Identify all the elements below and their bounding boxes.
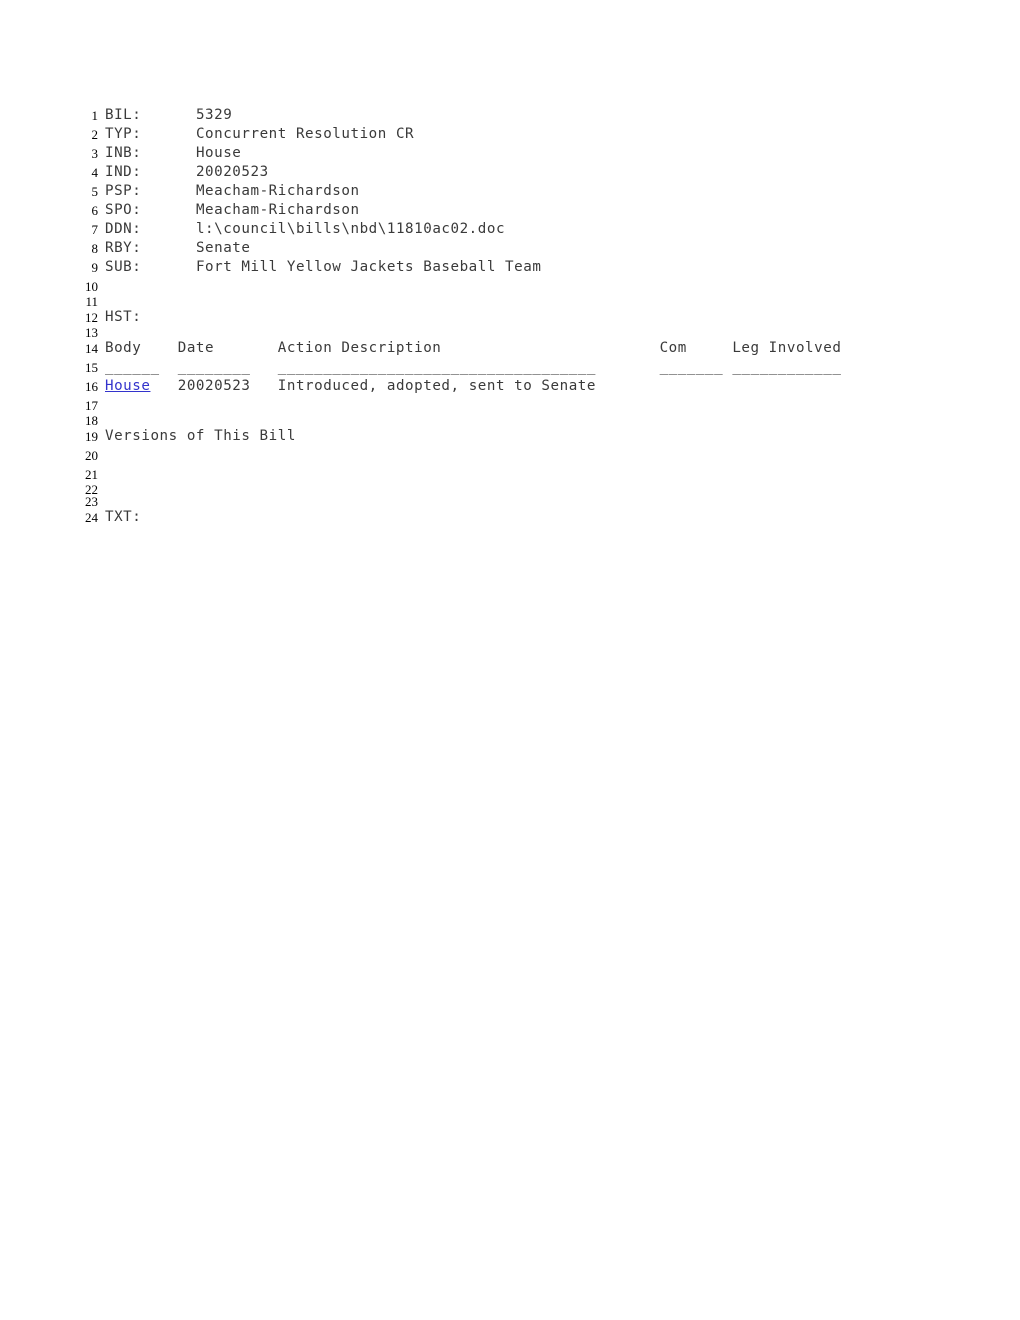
history-table-rule-row: 15 ______ ________ _____________________… <box>78 358 938 377</box>
body-link-house[interactable]: House <box>105 378 150 394</box>
line-number: 16 <box>85 379 98 394</box>
text-line: 8 RBY: Senate <box>78 239 938 258</box>
line-number: 3 <box>91 146 99 161</box>
line-number: 24 <box>85 510 98 525</box>
text-line-blank: 22 <box>78 483 938 496</box>
line-number: 7 <box>91 222 99 237</box>
field-spo-value: Meacham-Richardson <box>195 202 360 218</box>
text-line-blank: 17 <box>78 396 938 415</box>
text-line: 6 SPO: Meacham-Richardson <box>78 201 938 220</box>
history-row-content: House 20020523 Introduced, adopted, sent… <box>105 377 596 396</box>
text-line-blank: 13 <box>78 325 938 340</box>
field-inb: INB: House <box>105 144 241 163</box>
text-line-blank: 10 <box>78 277 938 296</box>
line-number: 8 <box>91 241 99 256</box>
history-row-action: Introduced, adopted, sent to Senate <box>277 378 596 394</box>
text-line-blank: 23 <box>78 494 938 509</box>
line-number: 18 <box>85 413 98 428</box>
field-ddn: DDN: l:\council\bills\nbd\11810ac02.doc <box>105 220 505 239</box>
field-psp-value: Meacham-Richardson <box>195 183 360 199</box>
text-line: 5 PSP: Meacham-Richardson <box>78 182 938 201</box>
text-line: 12 HST: <box>78 308 938 327</box>
text-line-blank: 20 <box>78 446 938 465</box>
field-bil-value: 5329 <box>195 107 233 123</box>
field-psp: PSP: Meacham-Richardson <box>105 182 360 201</box>
field-rby: RBY: Senate <box>105 239 251 258</box>
field-ddn-label: DDN: <box>105 221 142 237</box>
versions-heading: Versions of This Bill <box>105 428 296 444</box>
hst-label: HST: <box>105 309 142 325</box>
line-number: 19 <box>85 429 98 444</box>
line-number: 6 <box>91 203 99 218</box>
field-inb-label: INB: <box>105 145 142 161</box>
field-ind-label: IND: <box>105 164 142 180</box>
line-number: 13 <box>85 325 98 340</box>
document-page: 1 BIL: 5329 2 TYP: Concurrent Resolution… <box>0 0 1020 1320</box>
field-ddn-value: l:\council\bills\nbd\11810ac02.doc <box>195 221 506 237</box>
text-line: 24 TXT: <box>78 508 938 527</box>
text-line: 2 TYP: Concurrent Resolution CR <box>78 125 938 144</box>
line-number: 1 <box>91 108 99 123</box>
text-line: 19 Versions of This Bill <box>78 427 938 446</box>
line-number: 11 <box>85 294 98 309</box>
text-line-blank: 18 <box>78 413 938 428</box>
line-number: 14 <box>85 341 98 356</box>
table-row: 16 House 20020523 Introduced, adopted, s… <box>78 377 938 396</box>
field-ind-value: 20020523 <box>195 164 269 180</box>
history-row-date: 20020523 <box>177 378 251 394</box>
field-spo: SPO: Meacham-Richardson <box>105 201 360 220</box>
text-line: 4 IND: 20020523 <box>78 163 938 182</box>
line-number: 2 <box>91 127 99 142</box>
field-bil-label: BIL: <box>105 107 142 123</box>
history-table-header: Body Date Action Description Com Leg Inv… <box>105 340 842 356</box>
field-sub: SUB: Fort Mill Yellow Jackets Baseball T… <box>105 258 541 277</box>
line-number: 20 <box>85 448 98 463</box>
field-typ-label: TYP: <box>105 126 142 142</box>
field-rby-value: Senate <box>195 240 251 256</box>
line-number: 15 <box>85 360 98 375</box>
txt-label: TXT: <box>105 509 142 525</box>
field-inb-value: House <box>195 145 242 161</box>
text-line: 1 BIL: 5329 <box>78 106 938 125</box>
text-line-blank: 21 <box>78 465 938 484</box>
field-rby-label: RBY: <box>105 240 142 256</box>
history-table-header-row: 14 Body Date Action Description Com Leg … <box>78 339 938 358</box>
field-ind: IND: 20020523 <box>105 163 269 182</box>
line-number: 5 <box>91 184 99 199</box>
text-line-blank: 11 <box>78 294 938 309</box>
text-line: 7 DDN: l:\council\bills\nbd\11810ac02.do… <box>78 220 938 239</box>
line-number: 23 <box>85 494 98 509</box>
field-sub-value: Fort Mill Yellow Jackets Baseball Team <box>195 259 542 275</box>
field-spo-label: SPO: <box>105 202 142 218</box>
bill-text-body: 1 BIL: 5329 2 TYP: Concurrent Resolution… <box>78 106 938 527</box>
field-typ: TYP: Concurrent Resolution CR <box>105 125 414 144</box>
field-typ-value: Concurrent Resolution CR <box>195 126 415 142</box>
field-sub-label: SUB: <box>105 259 142 275</box>
history-table-rule: ______ ________ ________________________… <box>105 359 842 375</box>
text-line: 3 INB: House <box>78 144 938 163</box>
line-number: 4 <box>91 165 99 180</box>
line-number: 9 <box>91 260 99 275</box>
field-psp-label: PSP: <box>105 183 142 199</box>
field-bil: BIL: 5329 <box>105 106 232 125</box>
text-line: 9 SUB: Fort Mill Yellow Jackets Baseball… <box>78 258 938 277</box>
